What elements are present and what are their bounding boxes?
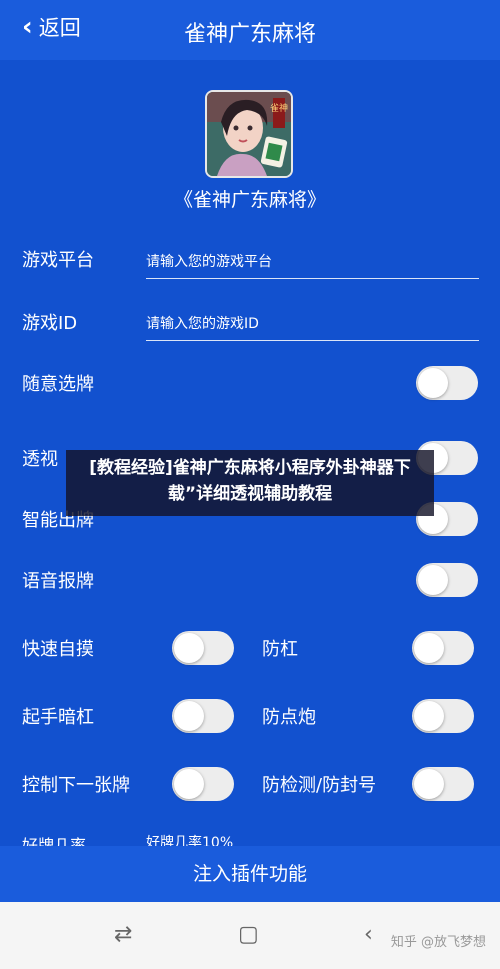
anti-kong-label: 防杠 <box>262 639 298 660</box>
platform-label: 游戏平台 <box>22 250 94 271</box>
see-through-label: 透视 <box>22 449 58 470</box>
game-name: 《雀神广东麻将》 <box>173 189 326 211</box>
good-tile-rate-value: 好牌几率10% <box>146 835 234 846</box>
anti-detect-toggle[interactable] <box>412 767 474 801</box>
page-title: 雀神广东麻将 <box>183 22 316 47</box>
toggle-knob <box>414 769 444 799</box>
partial-row: 好牌几率 好牌几率10% <box>0 832 500 846</box>
anti-discard-win-toggle[interactable] <box>412 699 474 733</box>
header-bar: ‹ 返回 雀神广东麻将 <box>0 0 500 60</box>
watermark: 知乎 @放飞梦想 <box>390 935 486 950</box>
voice-call-label: 语音报牌 <box>22 571 94 592</box>
toggle-knob <box>414 633 444 663</box>
title-banner: [教程经验]雀神广东麻将小程序外卦神器下载”详细透视辅助教程 <box>66 450 434 516</box>
toggle-knob <box>414 701 444 731</box>
home-icon[interactable]: ▢ <box>238 922 259 947</box>
game-id-label: 游戏ID <box>22 313 78 334</box>
toggle-knob <box>174 633 204 663</box>
control-next-label: 控制下一张牌 <box>22 775 130 796</box>
anti-discard-win-label: 防点炮 <box>262 707 316 728</box>
control-next-toggle[interactable] <box>172 767 234 801</box>
game-id-input[interactable] <box>146 308 479 341</box>
toggle-knob <box>418 565 448 595</box>
quick-self-draw-toggle[interactable] <box>172 631 234 665</box>
app-logo: 雀神 <box>205 90 293 178</box>
inject-plugin-button[interactable]: 注入插件功能 <box>0 846 500 902</box>
back-nav-icon[interactable]: ‹ <box>364 922 373 947</box>
toggle-knob <box>418 368 448 398</box>
start-kong-toggle[interactable] <box>172 699 234 733</box>
toggle-knob <box>174 701 204 731</box>
start-kong-label: 起手暗杠 <box>22 707 94 728</box>
random-tile-label: 随意选牌 <box>22 374 94 395</box>
quick-self-draw-label: 快速自摸 <box>22 639 94 660</box>
anti-kong-toggle[interactable] <box>412 631 474 665</box>
anti-detect-label: 防检测/防封号 <box>262 775 377 796</box>
voice-call-toggle[interactable] <box>416 563 478 597</box>
system-nav-bar: ⇄ ▢ ‹ 知乎 @放飞梦想 <box>0 902 500 969</box>
random-tile-toggle[interactable] <box>416 366 478 400</box>
recent-apps-icon[interactable]: ⇄ <box>114 922 132 947</box>
logo-text-1: 雀神 <box>270 102 288 114</box>
platform-input[interactable] <box>146 246 479 279</box>
toggle-knob <box>174 769 204 799</box>
good-tile-rate-label: 好牌几率 <box>22 836 87 846</box>
